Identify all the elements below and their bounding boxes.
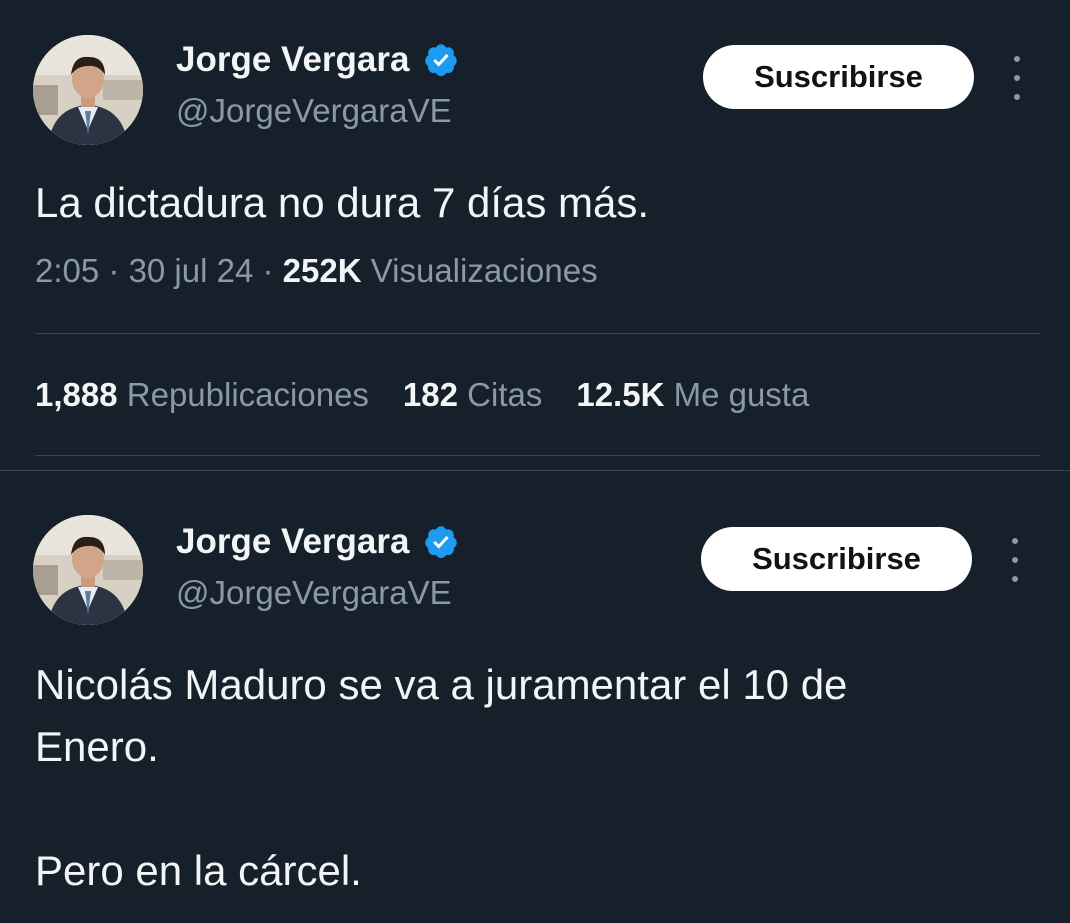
tweet-text: La dictadura no dura 7 días más. xyxy=(35,172,649,234)
avatar[interactable] xyxy=(33,35,143,145)
tweet-meta: 2:05 · 30 jul 24 · 252K Visualizaciones xyxy=(35,252,598,290)
tweet-card[interactable]: Jorge Vergara @JorgeVergaraVE Suscribirs… xyxy=(0,0,1070,470)
views-count: 252K xyxy=(282,252,362,289)
tweet-text: Nicolás Maduro se va a juramentar el 10 … xyxy=(35,654,847,902)
divider xyxy=(35,333,1040,334)
views-label: Visualizaciones xyxy=(361,252,598,289)
meta-separator: · xyxy=(253,252,283,289)
likes-label: Me gusta xyxy=(673,376,810,413)
likes-count: 12.5K xyxy=(576,376,665,413)
tweet-text-line: Pero en la cárcel. xyxy=(35,847,362,894)
subscribe-button[interactable]: Suscribirse xyxy=(701,527,972,591)
tweet-time[interactable]: 2:05 xyxy=(35,252,99,289)
quotes-stat[interactable]: 182 Citas xyxy=(403,376,542,414)
verified-badge-icon xyxy=(423,42,459,78)
quotes-count: 182 xyxy=(402,376,458,413)
author-handle[interactable]: @JorgeVergaraVE xyxy=(176,574,452,612)
engagement-stats: 1,888 Republicaciones 182 Citas 12.5K Me… xyxy=(35,376,809,414)
author-name[interactable]: Jorge Vergara xyxy=(176,522,409,562)
more-options-icon[interactable] xyxy=(1002,538,1028,582)
tweet-card[interactable]: Jorge Vergara @JorgeVergaraVE Suscribirs… xyxy=(0,476,1070,923)
likes-stat[interactable]: 12.5K Me gusta xyxy=(576,376,809,414)
tweet-text-line: Nicolás Maduro se va a juramentar el 10 … xyxy=(35,661,848,708)
divider xyxy=(35,455,1040,456)
subscribe-button[interactable]: Suscribirse xyxy=(703,45,974,109)
verified-badge-icon xyxy=(423,524,459,560)
tweet-text-line: La dictadura no dura 7 días más. xyxy=(35,179,650,226)
author-name-row: Jorge Vergara xyxy=(176,40,459,80)
author-handle[interactable]: @JorgeVergaraVE xyxy=(176,92,452,130)
tweet-date[interactable]: 30 jul 24 xyxy=(129,252,254,289)
author-name-row: Jorge Vergara xyxy=(176,522,459,562)
quotes-label: Citas xyxy=(467,376,543,413)
author-name[interactable]: Jorge Vergara xyxy=(176,40,409,80)
meta-separator: · xyxy=(99,252,129,289)
reposts-count: 1,888 xyxy=(35,376,118,413)
tweet-text-line: Enero. xyxy=(35,723,159,770)
more-options-icon[interactable] xyxy=(1004,56,1030,100)
reposts-label: Republicaciones xyxy=(126,376,369,413)
tweet-text-line xyxy=(35,778,847,840)
reposts-stat[interactable]: 1,888 Republicaciones xyxy=(35,376,369,414)
avatar[interactable] xyxy=(33,515,143,625)
